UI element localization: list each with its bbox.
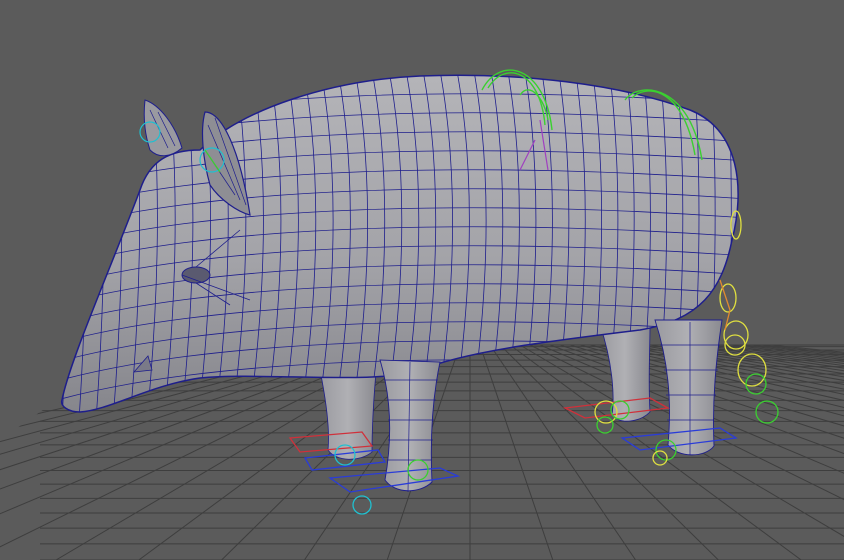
viewport-scene[interactable] bbox=[0, 0, 844, 560]
left-ear-mesh bbox=[143, 99, 183, 157]
3d-viewport[interactable] bbox=[0, 0, 844, 560]
